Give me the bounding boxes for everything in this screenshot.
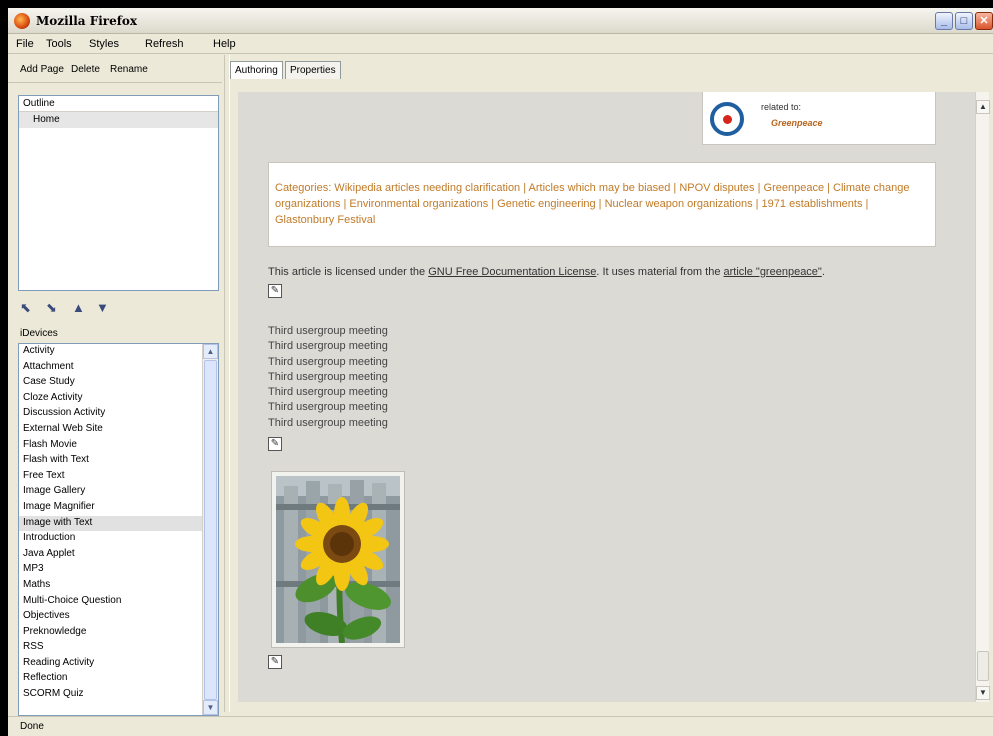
add-page-button[interactable]: Add Page <box>20 64 64 75</box>
image-with-text-frame <box>271 471 405 648</box>
list-item[interactable]: Reflection <box>19 671 218 687</box>
menu-refresh[interactable]: Refresh <box>145 38 184 50</box>
gfdl-link[interactable]: GNU Free Documentation License <box>428 266 596 278</box>
list-item[interactable]: Image Gallery <box>19 484 218 500</box>
outline-tree: Outline Home <box>18 95 219 291</box>
menu-help[interactable]: Help <box>213 38 236 50</box>
outline-root[interactable]: Outline <box>19 96 218 112</box>
list-item[interactable]: RSS <box>19 640 218 656</box>
license-prefix: This article is licensed under the <box>268 266 426 278</box>
scroll-down-icon[interactable]: ▼ <box>976 686 990 700</box>
list-item[interactable]: MP3 <box>19 562 218 578</box>
window-title: Mozilla Firefox <box>36 14 138 28</box>
list-item: Third usergroup meeting <box>268 355 388 368</box>
menu-tools[interactable]: Tools <box>46 38 72 50</box>
right-pane: Authoring Properties related to: Greenpe… <box>230 55 993 712</box>
list-item[interactable]: Attachment <box>19 360 218 376</box>
list-item: Third usergroup meeting <box>268 416 388 429</box>
outline-item-home[interactable]: Home <box>19 112 218 128</box>
left-pane: Add Page Delete Rename Outline Home ⬉ ⬊ … <box>8 55 222 716</box>
list-item[interactable]: Flash Movie <box>19 438 218 454</box>
sunflower-image <box>276 476 400 643</box>
menu-file[interactable]: File <box>16 38 34 50</box>
list-item: Third usergroup meeting <box>268 325 388 337</box>
list-item[interactable]: Flash with Text <box>19 453 218 469</box>
list-item[interactable]: Case Study <box>19 375 218 391</box>
browser-window: Mozilla Firefox _ □ ✕ File Tools Styles … <box>8 8 993 736</box>
list-item[interactable]: Free Text <box>19 469 218 485</box>
edit-icon[interactable]: ✎ <box>268 655 282 669</box>
title-bar: Mozilla Firefox _ □ ✕ <box>8 8 993 34</box>
close-button[interactable]: ✕ <box>975 12 993 30</box>
related-label: related to: <box>761 102 802 112</box>
related-link[interactable]: Greenpeace <box>771 118 823 128</box>
status-bar: Done <box>8 716 993 736</box>
scroll-up-icon[interactable]: ▲ <box>976 100 990 114</box>
idevices-label: iDevices <box>20 328 58 339</box>
list-item[interactable]: Cloze Activity <box>19 391 218 407</box>
demote-arrow-icon[interactable]: ⬊ <box>46 300 57 316</box>
meetings-list: Third usergroup meeting Third usergroup … <box>268 324 388 431</box>
list-item[interactable]: Preknowledge <box>19 625 218 641</box>
outline-move-controls: ⬉ ⬊ ▲ ▼ <box>16 299 222 319</box>
firefox-icon <box>14 13 30 29</box>
idevices-scrollbar[interactable]: ▲ ▼ <box>202 344 218 715</box>
move-up-arrow-icon[interactable]: ▲ <box>72 300 85 315</box>
scroll-down-icon[interactable]: ▼ <box>203 700 218 715</box>
menu-bar: File Tools Styles Refresh Help <box>8 34 993 54</box>
list-item: Third usergroup meeting <box>268 401 388 414</box>
list-item[interactable]: Discussion Activity <box>19 406 218 422</box>
scroll-thumb[interactable] <box>977 651 989 681</box>
license-text: This article is licensed under the GNU F… <box>268 266 825 278</box>
license-mid: . It uses material from the <box>596 266 721 278</box>
list-item[interactable]: Reading Activity <box>19 656 218 672</box>
tab-authoring[interactable]: Authoring <box>230 61 283 79</box>
rename-button[interactable]: Rename <box>110 64 148 75</box>
categories-box[interactable]: Categories: Wikipedia articles needing c… <box>268 162 936 247</box>
menu-styles[interactable]: Styles <box>89 38 119 50</box>
delete-button[interactable]: Delete <box>71 64 100 75</box>
article-link[interactable]: article "greenpeace" <box>724 266 822 278</box>
idevices-list: Activity Attachment Case Study Cloze Activi… <box>18 343 219 716</box>
list-item[interactable]: Introduction <box>19 531 218 547</box>
list-item: Third usergroup meeting <box>268 370 388 383</box>
list-item[interactable]: Multi-Choice Question <box>19 594 218 610</box>
list-item[interactable]: Activity <box>19 344 218 360</box>
promote-arrow-icon[interactable]: ⬉ <box>20 300 31 316</box>
list-item[interactable]: Image Magnifier <box>19 500 218 516</box>
list-item[interactable]: Objectives <box>19 609 218 625</box>
edit-icon[interactable]: ✎ <box>268 284 282 298</box>
related-box: related to: Greenpeace <box>702 92 936 145</box>
scroll-thumb[interactable] <box>204 360 217 700</box>
maximize-button[interactable]: □ <box>955 12 973 30</box>
minimize-button[interactable]: _ <box>935 12 953 30</box>
status-text: Done <box>20 721 44 732</box>
wikipedia-logo-icon <box>710 102 744 136</box>
outline-toolbar: Add Page Delete Rename <box>8 55 222 83</box>
content-scrollbar[interactable]: ▲ ▼ <box>975 92 990 702</box>
list-item[interactable]: External Web Site <box>19 422 218 438</box>
list-item[interactable]: SCORM Quiz <box>19 687 218 703</box>
edit-icon[interactable]: ✎ <box>268 437 282 451</box>
list-item[interactable]: Java Applet <box>19 547 218 563</box>
list-item[interactable]: Maths <box>19 578 218 594</box>
scroll-up-icon[interactable]: ▲ <box>203 344 218 359</box>
authoring-content: related to: Greenpeace Categories: Wikip… <box>238 92 980 702</box>
list-item: Third usergroup meeting <box>268 386 388 399</box>
license-suffix: . <box>821 266 825 278</box>
move-down-arrow-icon[interactable]: ▼ <box>96 300 109 315</box>
tab-properties[interactable]: Properties <box>285 61 341 79</box>
list-item: Third usergroup meeting <box>268 340 388 353</box>
list-item[interactable]: Image with Text <box>19 515 218 532</box>
